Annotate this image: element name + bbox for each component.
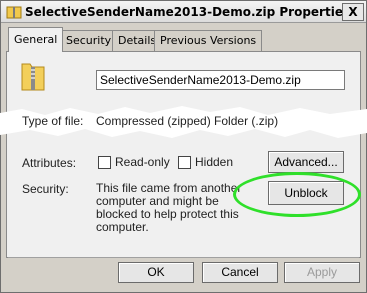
ok-button[interactable]: OK (118, 262, 194, 283)
advanced-button[interactable]: Advanced... (268, 151, 344, 173)
highlight-circle (233, 172, 361, 217)
window-title: SelectiveSenderName2013-Demo.zip Propert… (25, 5, 351, 19)
read-only-label[interactable]: Read-only (115, 155, 170, 169)
hidden-checkbox[interactable] (178, 156, 191, 169)
footer-divider (8, 257, 359, 258)
tab-security[interactable]: Security (60, 30, 118, 51)
tab-previous-versions[interactable]: Previous Versions (154, 30, 263, 51)
close-icon: X (348, 5, 358, 19)
file-name-field[interactable] (96, 70, 345, 90)
type-of-file-label: Type of file: (22, 114, 84, 128)
title-bar[interactable]: SelectiveSenderName2013-Demo.zip Propert… (1, 1, 366, 23)
zip-file-icon (6, 6, 22, 19)
read-only-checkbox[interactable] (98, 156, 111, 169)
zip-folder-icon (21, 63, 45, 91)
cancel-button[interactable]: Cancel (202, 262, 278, 283)
apply-button[interactable]: Apply (284, 262, 360, 283)
tab-general[interactable]: General (8, 27, 64, 52)
close-button[interactable]: X (342, 3, 364, 21)
security-label: Security: (22, 182, 69, 196)
type-of-file-value: Compressed (zipped) Folder (.zip) (96, 114, 279, 128)
hidden-label[interactable]: Hidden (195, 155, 233, 169)
attributes-label: Attributes: (22, 156, 77, 170)
